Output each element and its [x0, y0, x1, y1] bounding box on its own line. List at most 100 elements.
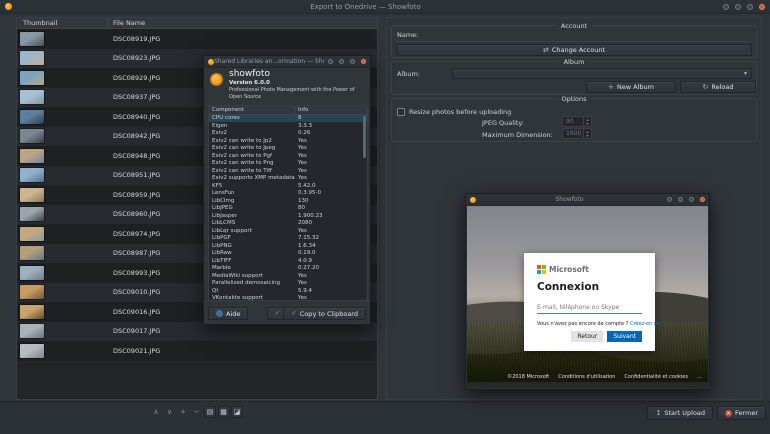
- column-header-info[interactable]: Info: [295, 107, 367, 113]
- footer-link[interactable]: …: [697, 374, 702, 380]
- file-name: DSC08937.JPG: [109, 93, 160, 101]
- component-name: LibTIFF: [209, 258, 295, 264]
- component-row[interactable]: Parallelized demosaicing Yes: [209, 280, 367, 288]
- resize-checkbox[interactable]: [397, 108, 405, 116]
- column-header-thumbnail[interactable]: Thumbnail: [17, 18, 109, 28]
- component-row[interactable]: Marble 0.27.20: [209, 265, 367, 273]
- jpeg-quality-value: 90: [563, 118, 583, 125]
- component-row[interactable]: VKontakte support Yes: [209, 295, 367, 303]
- move-down-button[interactable]: ∨: [164, 406, 176, 418]
- component-row[interactable]: LibLqr support Yes: [209, 227, 367, 235]
- spinner-arrows-icon[interactable]: ▴▾: [583, 117, 591, 126]
- file-row[interactable]: DSC09021.JPG: [17, 341, 377, 361]
- component-name: Eigen: [209, 123, 295, 129]
- footer-link[interactable]: ©2018 Microsoft: [507, 374, 549, 380]
- thumbnail-cell: [17, 90, 109, 104]
- column-header-component[interactable]: Component: [209, 106, 295, 114]
- start-upload-button[interactable]: ↥ Start Upload: [647, 406, 713, 420]
- add-item-button[interactable]: +: [177, 406, 189, 418]
- table-scrollbar[interactable]: [363, 116, 366, 298]
- maximize-button[interactable]: [350, 59, 355, 64]
- about-version: Version 6.0.0: [229, 80, 270, 86]
- ms-window-titlebar[interactable]: Showfoto: [466, 194, 709, 206]
- maximize-button[interactable]: [689, 197, 694, 202]
- component-row[interactable]: KF5 5.42.0: [209, 182, 367, 190]
- file-thumbnail: [20, 246, 44, 260]
- showfoto-logo-icon: [210, 73, 223, 86]
- max-dimension-spinner[interactable]: 1600 ▴▾: [562, 128, 592, 139]
- move-up-button[interactable]: ∧: [150, 406, 162, 418]
- file-row[interactable]: DSC08919.JPG: [17, 29, 377, 49]
- copy-to-clipboard-button[interactable]: ✓ Copy to Clipboard: [283, 307, 366, 320]
- thumbnail-cell: [17, 110, 109, 124]
- help-icon: [216, 310, 223, 317]
- thumbnail-cell: [17, 305, 109, 319]
- component-row[interactable]: Exiv2 supports XMP metadata Yes: [209, 175, 367, 183]
- about-dialog-titlebar[interactable]: Shared Libraries an...ormation — Showfot…: [204, 56, 370, 68]
- main-titlebar[interactable]: Export to Onedrive — Showfoto: [0, 0, 770, 14]
- component-info: 3.3.3: [295, 123, 367, 129]
- resize-label: Resize photos before uploading: [409, 108, 511, 116]
- component-row[interactable]: LibTIFF 4.0.9: [209, 257, 367, 265]
- component-row[interactable]: Exiv2 can write to Png Yes: [209, 160, 367, 168]
- component-row[interactable]: Exiv2 can write to Pgf Yes: [209, 152, 367, 160]
- minimize-button[interactable]: [735, 4, 741, 10]
- close-button[interactable]: [759, 4, 765, 10]
- column-header-filename[interactable]: File Name: [109, 19, 377, 27]
- clear-list-button[interactable]: ◪: [231, 406, 243, 418]
- remove-item-button[interactable]: −: [191, 406, 203, 418]
- component-row[interactable]: Exiv2 0.26: [209, 130, 367, 138]
- ms-footer: ©2018 Microsoft Conditions d'utilisation C…: [507, 374, 702, 380]
- component-row[interactable]: LibPGF 7.15.32: [209, 235, 367, 243]
- component-info: 130: [295, 198, 367, 204]
- component-row[interactable]: CPU cores 8: [209, 115, 367, 123]
- load-list-button[interactable]: ▤: [204, 406, 216, 418]
- minimize-button[interactable]: [678, 197, 683, 202]
- maximize-button[interactable]: [747, 4, 753, 10]
- help-button[interactable]: [328, 59, 333, 64]
- thumbnail-cell: [17, 149, 109, 163]
- about-window-controls: [328, 59, 366, 64]
- component-row[interactable]: LibLCMS 2080: [209, 220, 367, 228]
- component-row[interactable]: LibRaw 0.19.0: [209, 250, 367, 258]
- signup-link[interactable]: Créez-en un !: [630, 321, 664, 327]
- file-thumbnail: [20, 305, 44, 319]
- save-list-button[interactable]: ▦: [218, 406, 230, 418]
- back-button[interactable]: Retour: [571, 331, 603, 342]
- component-row[interactable]: MediaWiki support Yes: [209, 272, 367, 280]
- component-row[interactable]: Eigen 3.3.3: [209, 122, 367, 130]
- component-row[interactable]: LibJasper 1.900.23: [209, 212, 367, 220]
- close-button[interactable]: [700, 197, 705, 202]
- component-row[interactable]: Exiv2 can write to Tiff Yes: [209, 167, 367, 175]
- email-input[interactable]: [537, 302, 642, 314]
- microsoft-brand-text: Microsoft: [549, 265, 589, 274]
- jpeg-quality-spinner[interactable]: 90 ▴▾: [562, 116, 592, 127]
- reload-button[interactable]: ↻ Reload: [680, 81, 756, 93]
- component-name: Marble: [209, 265, 295, 271]
- file-thumbnail: [20, 188, 44, 202]
- spinner-arrows-icon[interactable]: ▴▾: [583, 129, 591, 138]
- component-row[interactable]: LibCImg 130: [209, 197, 367, 205]
- component-row[interactable]: Exiv2 can write to Jpeg Yes: [209, 145, 367, 153]
- minimize-button[interactable]: [339, 59, 344, 64]
- footer-link[interactable]: Conditions d'utilisation: [558, 374, 615, 380]
- component-row[interactable]: LibPNG 1.6.34: [209, 242, 367, 250]
- help-button[interactable]: [667, 197, 672, 202]
- component-row[interactable]: Qt 5.9.4: [209, 287, 367, 295]
- fermer-button[interactable]: × Fermer: [717, 406, 766, 420]
- close-button[interactable]: [361, 59, 366, 64]
- component-row[interactable]: LensFun 0.3.95-0: [209, 190, 367, 198]
- component-row[interactable]: LibJPEG 80: [209, 205, 367, 213]
- next-button[interactable]: Suivant: [607, 331, 642, 342]
- change-account-button[interactable]: ⇄ Change Account: [396, 44, 752, 56]
- album-combobox[interactable]: ▾: [452, 68, 752, 79]
- component-name: Exiv2: [209, 130, 295, 136]
- thumbnail-cell: [17, 344, 109, 358]
- file-list-header: Thumbnail File Name: [17, 18, 377, 29]
- scrollbar-thumb[interactable]: [363, 116, 366, 158]
- footer-link[interactable]: Confidentialité et cookies: [624, 374, 688, 380]
- component-row[interactable]: Exiv2 can write to Jp2 Yes: [209, 137, 367, 145]
- help-button[interactable]: [723, 4, 729, 10]
- new-album-button[interactable]: + New Album: [586, 81, 676, 93]
- help-aide-button[interactable]: Aide: [208, 307, 248, 320]
